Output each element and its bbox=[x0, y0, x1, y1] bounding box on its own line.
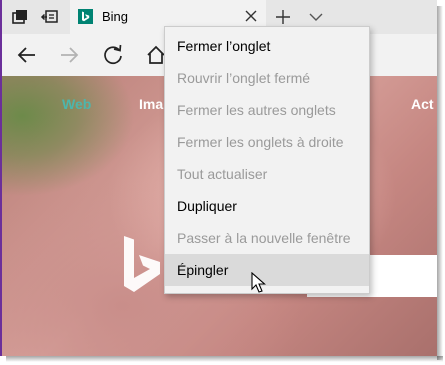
tab-context-menu: Fermer l’onglet Rouvrir l’onglet fermé F… bbox=[164, 26, 370, 294]
menu-item-close-tab[interactable]: Fermer l’onglet bbox=[165, 30, 369, 62]
menu-item-duplicate[interactable]: Dupliquer bbox=[165, 190, 369, 222]
menu-item-close-other-tabs: Fermer les autres onglets bbox=[177, 102, 336, 118]
menu-item-pin[interactable]: Épingler bbox=[165, 254, 369, 286]
bing-nav-images[interactable]: Ima bbox=[139, 96, 163, 112]
menu-item-move-to-new-window: Passer à la nouvelle fenêtre bbox=[177, 230, 351, 246]
browser-window: Bing Web Ima Act Fermer l’onglet Rouvrir… bbox=[0, 0, 437, 356]
mouse-cursor-icon bbox=[251, 272, 266, 293]
menu-item-refresh-all: Tout actualiser bbox=[177, 166, 268, 182]
chevron-down-icon[interactable] bbox=[308, 9, 324, 25]
menu-item-reopen-closed-tab: Rouvrir l’onglet fermé bbox=[177, 70, 311, 86]
menu-item-close-tabs-right: Fermer les onglets à droite bbox=[177, 134, 344, 150]
bing-nav-actualites[interactable]: Act bbox=[411, 96, 434, 112]
close-icon[interactable] bbox=[244, 9, 258, 23]
back-arrow-icon[interactable] bbox=[15, 43, 39, 67]
bing-nav-web[interactable]: Web bbox=[62, 96, 91, 112]
window-shadow-right bbox=[437, 6, 443, 360]
tab-title: Bing bbox=[102, 9, 129, 24]
forward-arrow-icon[interactable] bbox=[57, 43, 81, 67]
bing-favicon-icon bbox=[78, 9, 93, 24]
tab-manager-icon[interactable] bbox=[10, 7, 30, 27]
plus-icon[interactable] bbox=[274, 8, 292, 26]
bing-logo-icon bbox=[124, 236, 160, 292]
window-shadow-bottom bbox=[6, 356, 443, 362]
refresh-icon[interactable] bbox=[101, 43, 125, 67]
set-aside-tabs-icon[interactable] bbox=[40, 7, 60, 27]
